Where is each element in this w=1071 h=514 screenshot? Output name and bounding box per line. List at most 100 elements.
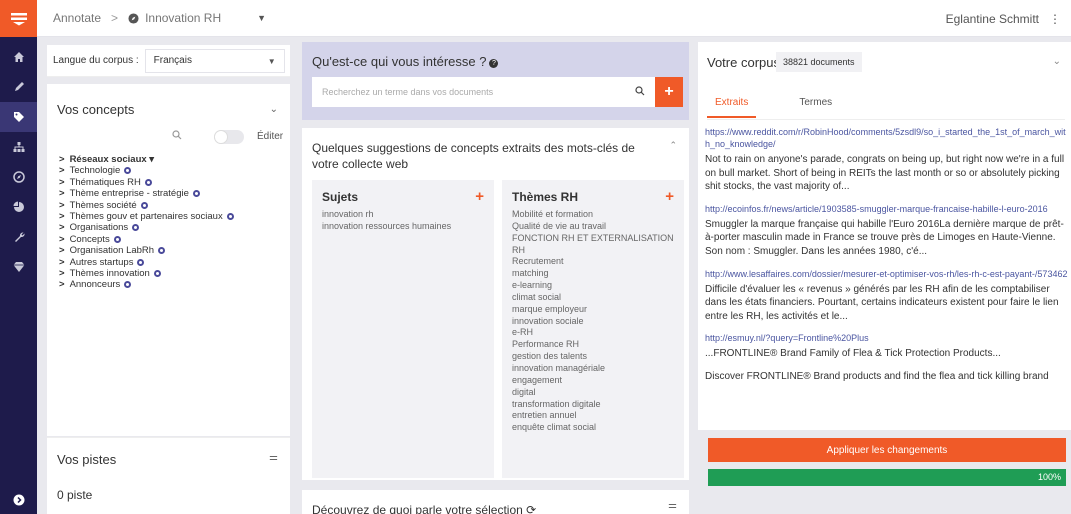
project-selector[interactable]: Innovation RH (128, 11, 221, 25)
suggestion-item[interactable]: Qualité de vie au travail (512, 221, 674, 233)
breadcrumb-separator: > (111, 11, 119, 25)
document-url[interactable]: http://esmuy.nl/?query=Frontline%20Plus (705, 332, 1068, 344)
suggestion-item[interactable]: innovation sociale (512, 316, 674, 328)
apply-changes-button[interactable]: Appliquer les changements (708, 438, 1066, 462)
help-icon[interactable]: ? (489, 59, 499, 68)
chevron-up-icon[interactable]: ⌃ (669, 140, 677, 151)
pen-icon (14, 82, 24, 91)
expand-chevron-icon[interactable]: > (59, 177, 65, 188)
concept-item[interactable]: > Thèmes innovation (59, 268, 234, 279)
concept-item[interactable]: > Réseaux sociaux ▾ (59, 154, 234, 165)
chevron-down-icon[interactable]: ▼ (257, 13, 266, 23)
concept-dot-icon (132, 224, 140, 232)
expand-chevron-icon[interactable]: > (59, 222, 65, 233)
breadcrumb-root[interactable]: Annotate (53, 11, 101, 25)
expand-chevron-icon[interactable]: > (59, 154, 65, 165)
suggestion-item[interactable]: entretien annuel (512, 410, 674, 422)
add-all-button[interactable]: + (665, 188, 674, 205)
chevron-down-icon[interactable]: ⌄ (1053, 56, 1061, 67)
document-item[interactable]: Discover FRONTLINE® Brand products and f… (705, 370, 1068, 384)
sliders-icon[interactable]: ⚌ (269, 452, 278, 463)
pie-icon (13, 201, 24, 212)
search-input[interactable] (312, 77, 655, 107)
document-item[interactable]: http://esmuy.nl/?query=Frontline%20Plus.… (705, 332, 1068, 361)
document-url[interactable]: http://www.lesaffaires.com/dossier/mesur… (705, 268, 1068, 280)
expand-chevron-icon[interactable]: > (59, 257, 65, 268)
nav-explore[interactable] (0, 162, 37, 192)
concept-item[interactable]: > Thème entreprise - stratégie (59, 188, 234, 199)
tab-extraits[interactable]: Extraits (707, 97, 757, 118)
suggestion-item[interactable]: digital (512, 387, 674, 399)
nav-settings[interactable] (0, 222, 37, 252)
document-list[interactable]: https://www.reddit.com/r/RobinHood/comme… (705, 126, 1068, 428)
suggestion-item[interactable]: e-RH (512, 327, 674, 339)
suggestion-item[interactable]: Recrutement (512, 256, 674, 268)
document-url[interactable]: http://ecoinfos.fr/news/article/1903585-… (705, 203, 1068, 215)
suggestion-item[interactable]: FONCTION RH ET EXTERNALISATION (512, 233, 674, 245)
concept-label: Autres startups (69, 256, 134, 268)
document-url[interactable]: https://www.reddit.com/r/RobinHood/comme… (705, 126, 1068, 150)
toggle-knob (214, 130, 228, 144)
nav-home[interactable] (0, 42, 37, 72)
document-item[interactable]: https://www.reddit.com/r/RobinHood/comme… (705, 126, 1068, 194)
tab-termes[interactable]: Termes (791, 97, 840, 118)
app-logo[interactable] (0, 0, 37, 37)
nav-hierarchy[interactable] (0, 132, 37, 162)
user-menu[interactable]: Eglantine Schmitt ⋮ (946, 12, 1061, 26)
expand-chevron-icon[interactable]: > (59, 279, 65, 290)
discover-panel: Découvrez de quoi parle votre sélection … (302, 490, 689, 514)
concept-item[interactable]: > Thématiques RH (59, 177, 234, 188)
suggestion-item[interactable]: innovation ressources humaines (322, 221, 451, 233)
suggestion-item[interactable]: innovation rh (322, 209, 451, 221)
edit-toggle[interactable] (214, 130, 244, 144)
concept-item[interactable]: > Concepts (59, 234, 234, 245)
suggestion-item[interactable]: enquête climat social (512, 422, 674, 434)
expand-chevron-icon[interactable]: > (59, 211, 65, 222)
nav-tags[interactable] (0, 102, 37, 132)
suggestion-item[interactable]: gestion des talents (512, 351, 674, 363)
chevron-down-icon[interactable]: ⌄ (270, 104, 278, 115)
suggestion-item[interactable]: innovation managériale (512, 363, 674, 375)
suggestion-item[interactable]: climat social (512, 292, 674, 304)
suggestion-item[interactable]: RH (512, 245, 674, 257)
nav-premium[interactable] (0, 252, 37, 282)
concept-item[interactable]: > Thèmes société (59, 200, 234, 211)
language-select[interactable]: Français ▼ (144, 48, 285, 73)
expand-chevron-icon[interactable]: > (59, 165, 65, 176)
suggestion-item[interactable]: Performance RH (512, 339, 674, 351)
expand-chevron-icon[interactable]: > (59, 200, 65, 211)
concept-item[interactable]: > Technologie (59, 165, 234, 176)
suggestion-item[interactable]: transformation digitale (512, 399, 674, 411)
expand-chevron-icon[interactable]: > (59, 234, 65, 245)
suggestion-item[interactable]: e-learning (512, 280, 674, 292)
expand-chevron-icon[interactable]: > (59, 245, 65, 256)
refresh-icon[interactable]: ⟳ (526, 503, 536, 514)
suggestion-item[interactable]: engagement (512, 375, 674, 387)
corpus-title: Votre corpus (707, 55, 780, 70)
sliders-icon[interactable]: ⚌ (668, 500, 677, 511)
suggestion-item[interactable]: matching (512, 268, 674, 280)
concept-label: Réseaux sociaux ▾ (69, 154, 155, 165)
concept-label: Thèmes innovation (69, 267, 150, 279)
concept-item[interactable]: > Thèmes gouv et partenaires sociaux (59, 211, 234, 222)
more-vertical-icon[interactable]: ⋮ (1049, 12, 1061, 26)
expand-chevron-icon[interactable]: > (59, 188, 65, 199)
suggestion-item[interactable]: Mobilité et formation (512, 209, 674, 221)
expand-chevron-icon[interactable]: > (59, 268, 65, 279)
concept-item[interactable]: > Organisation LabRh (59, 245, 234, 256)
add-all-button[interactable]: + (475, 188, 484, 205)
nav-stats[interactable] (0, 192, 37, 222)
concepts-panel: Vos concepts ⌄ Éditer > Réseaux sociaux ▾… (47, 84, 290, 436)
search-icon[interactable] (635, 86, 645, 96)
nav-annotate[interactable] (0, 72, 37, 102)
document-item[interactable]: http://www.lesaffaires.com/dossier/mesur… (705, 268, 1068, 324)
concept-item[interactable]: > Organisations (59, 222, 234, 233)
search-icon[interactable] (172, 130, 182, 140)
add-term-button[interactable]: + (655, 77, 683, 107)
document-item[interactable]: http://ecoinfos.fr/news/article/1903585-… (705, 203, 1068, 259)
concept-item[interactable]: > Autres startups (59, 257, 234, 268)
discover-title-text: Découvrez de quoi parle votre sélection (312, 503, 523, 514)
expand-rail-button[interactable] (0, 494, 37, 506)
suggestion-item[interactable]: marque employeur (512, 304, 674, 316)
concept-item[interactable]: > Annonceurs (59, 279, 234, 290)
